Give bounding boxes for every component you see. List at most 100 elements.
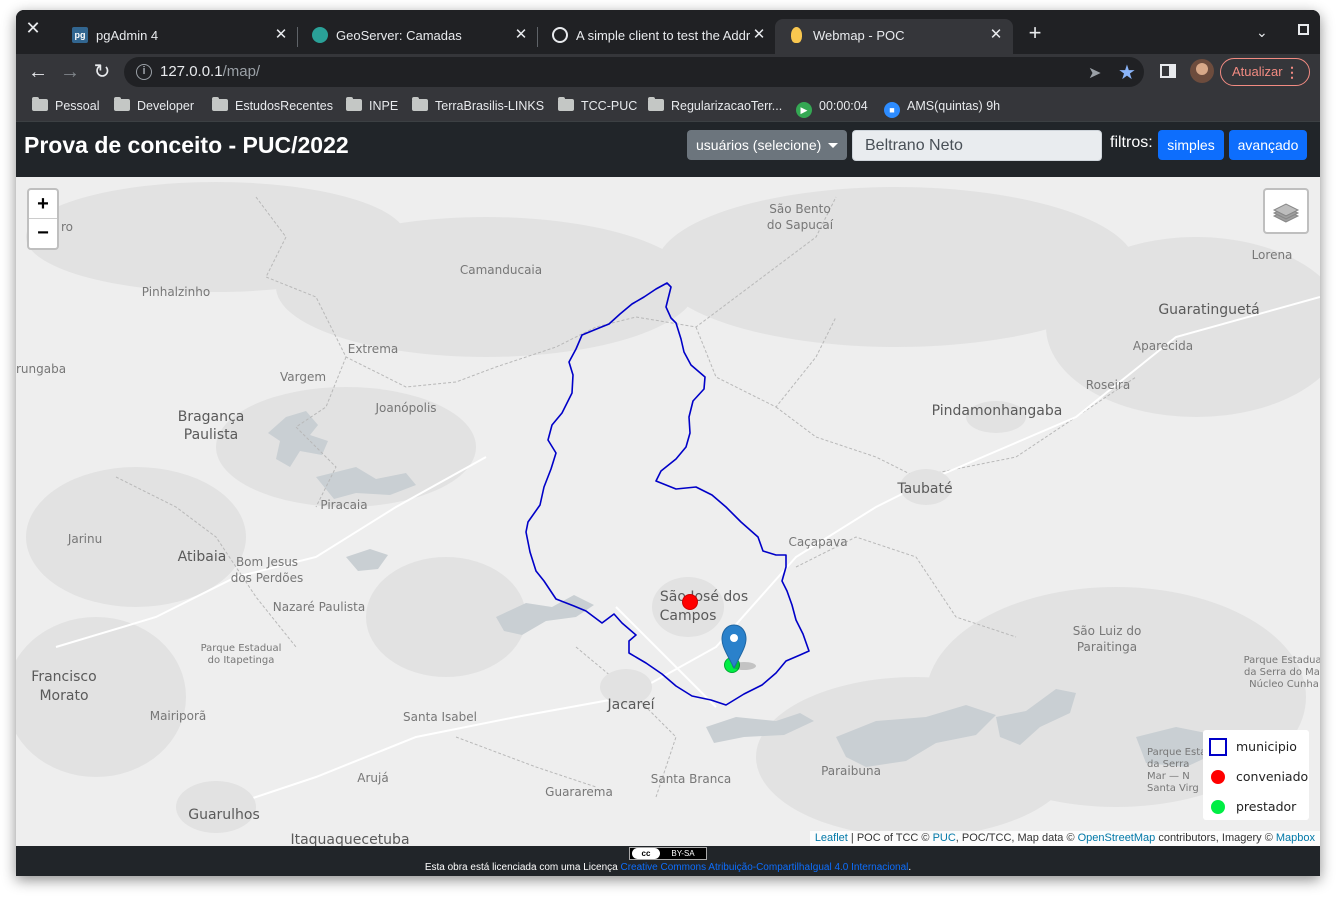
tab-pgadmin[interactable]: pg pgAdmin 4 ✕ [58,19,298,54]
send-tab-icon[interactable]: ➤ [1088,63,1101,83]
close-tab-icon[interactable]: ✕ [987,26,1005,44]
legend-label: prestador [1236,799,1297,814]
label-parque-serra-mar-2: da Serra do Mar [1244,667,1320,678]
legend-red-dot [1211,770,1225,784]
zoom-control: + − [27,188,59,250]
play-icon: ▶ [796,102,812,118]
license-end: . [908,862,912,873]
label-parque-serra-mar-5: da Serra [1147,759,1189,770]
bookmark-meeting[interactable]: ■ AMS(quintas) 9h [884,96,1001,118]
tab-title: Webmap - POC [813,28,905,43]
bookmark-folder-estudos[interactable]: EstudosRecentes [212,96,333,116]
mapbox-link[interactable]: Mapbox [1276,832,1315,844]
license-notice: Esta obra está licenciada com uma Licenç… [16,862,1320,873]
tab-strip: ✕ pg pgAdmin 4 ✕ GeoServer: Camadas ✕ A … [16,10,1320,54]
profile-avatar[interactable] [1190,59,1214,83]
label-jacarei: Jacareí [607,697,656,713]
license-text: Esta obra está licenciada com uma Licenç… [424,862,621,873]
label-do-sapucai: do Sapucaí [767,218,834,232]
label-ro: ro [61,220,73,234]
puc-link[interactable]: PUC [933,832,956,844]
update-label: Atualizar [1232,64,1283,79]
filter-advanced-button[interactable]: avançado [1229,130,1307,160]
reload-icon[interactable]: ↻ [90,60,114,84]
close-window-icon[interactable]: ✕ [24,19,42,37]
label-paraibuna: Paraibuna [821,764,881,778]
bookmark-label: INPE [369,99,399,113]
osm-link[interactable]: OpenStreetMap [1078,832,1156,844]
bookmark-folder-pessoal[interactable]: Pessoal [32,96,99,116]
label-parque-serra-mar-1: Parque Estadual [1244,655,1320,666]
forward-icon[interactable]: → [58,60,82,84]
close-tab-icon[interactable]: ✕ [272,26,290,44]
bookmark-label: TerraBrasilis-LINKS [435,99,545,113]
menu-dots-icon[interactable]: ⋮ [1285,59,1299,85]
legend-label: municipio [1236,739,1297,754]
label-parque-itapetinga-2: do Itapetinga [208,655,275,666]
tab-title: A simple client to test the Addre [576,28,750,43]
bookmark-folder-regularizacao[interactable]: RegularizacaoTerr... [648,96,782,116]
label-sao-jose: São José dos [660,589,748,605]
user-select-dropdown[interactable]: usuários (selecione) [687,130,847,160]
site-info-icon[interactable]: i [136,64,152,80]
label-rungaba: rungaba [16,362,66,376]
url-text[interactable]: 127.0.0.1/map/ [160,63,260,80]
license-link[interactable]: Creative Commons Atribuição-CompartilhaI… [620,862,908,873]
bookmark-folder-tcc[interactable]: TCC-PUC [558,96,637,116]
map-container[interactable]: São José dos Campos Jacareí Taubaté Pind… [16,177,1320,846]
tab-address-client[interactable]: A simple client to test the Addre ✕ [538,19,776,54]
address-bar[interactable]: i 127.0.0.1/map/ ➤ ★ [124,57,1144,87]
update-button[interactable]: Atualizar ⋮ [1220,58,1310,86]
conveniado-marker[interactable] [682,594,698,610]
bookmark-folder-developer[interactable]: Developer [114,96,194,116]
map-legend: municipio conveniado prestador [1203,730,1309,820]
cc-badge-left: cc [632,848,660,859]
filters-label: filtros: [1110,134,1153,151]
close-tab-icon[interactable]: ✕ [512,26,530,44]
user-name-field[interactable]: Beltrano Neto [852,130,1102,161]
legend-square-swatch [1209,738,1227,756]
filter-simple-button[interactable]: simples [1158,130,1224,160]
leaflet-link[interactable]: Leaflet [815,832,848,844]
page-title: Prova de conceito - PUC/2022 [24,132,349,158]
attribution-text: | POC of TCC © [847,832,933,844]
bookmark-label: Developer [137,99,194,113]
label-parque-serra-mar-7: Santa Virg [1147,783,1199,794]
label-aruja: Arujá [357,771,388,785]
browser-window: ✕ pg pgAdmin 4 ✕ GeoServer: Camadas ✕ A … [16,10,1320,876]
tab-search-chevron-icon[interactable]: ⌄ [1256,24,1268,41]
zoom-in-button[interactable]: + [29,190,57,219]
map-basemap: São José dos Campos Jacareí Taubaté Pind… [16,177,1320,846]
bookmark-label: AMS(quintas) 9h [907,99,1001,113]
layers-control[interactable] [1263,188,1309,234]
tab-webmap[interactable]: Webmap - POC ✕ [775,19,1013,54]
cc-license-badge[interactable]: cc BY-SA [629,847,707,860]
bookmark-folder-inpe[interactable]: INPE [346,96,398,116]
label-campos: Campos [660,608,717,624]
legend-item-conveniado: conveniado [1209,765,1309,787]
bookmark-timer[interactable]: ▶ 00:00:04 [796,96,868,118]
bookmark-star-icon[interactable]: ★ [1118,60,1136,85]
folder-icon [114,97,130,111]
label-parque-serra-mar-3: Núcleo Cunha [1249,678,1319,690]
label-vargem: Vargem [280,370,326,384]
bookmark-folder-terrabrasilis[interactable]: TerraBrasilis-LINKS [412,96,544,116]
app-navbar: Prova de conceito - PUC/2022 usuários (s… [16,122,1320,177]
label-joanopolis: Joanópolis [374,401,436,415]
back-icon[interactable]: ← [26,60,50,84]
folder-icon [648,97,664,111]
new-tab-icon[interactable]: + [1024,22,1046,44]
bookmark-label: EstudosRecentes [235,99,333,113]
label-guarulhos: Guarulhos [188,807,260,823]
pgadmin-icon: pg [72,27,88,43]
label-atibaia: Atibaia [178,549,227,565]
zoom-out-button[interactable]: − [29,219,57,248]
close-tab-icon[interactable]: ✕ [750,26,768,44]
map-attribution: Leaflet | POC of TCC © PUC, POC/TCC, Map… [809,831,1320,846]
tab-title: pgAdmin 4 [96,28,159,43]
bookmark-label: RegularizacaoTerr... [671,99,783,113]
side-panel-icon[interactable] [1160,64,1176,78]
maximize-window-icon[interactable] [1298,24,1309,35]
tab-geoserver[interactable]: GeoServer: Camadas ✕ [298,19,538,54]
label-parque-itapetinga-1: Parque Estadual [201,643,282,654]
